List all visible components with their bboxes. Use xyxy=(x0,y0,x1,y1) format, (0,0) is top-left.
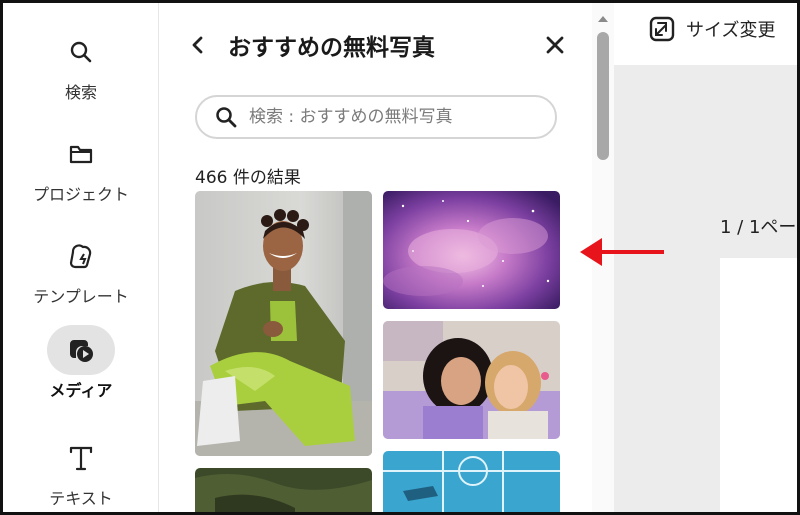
sidebar-item-templates[interactable]: テンプレート xyxy=(3,231,159,307)
sidebar-item-label: メディア xyxy=(49,381,113,400)
photos-panel: おすすめの無料写真 466 件の結果 xyxy=(160,3,600,515)
template-icon xyxy=(47,231,115,281)
sidebar-item-label: プロジェクト xyxy=(32,185,129,204)
sidebar-item-search[interactable]: 検索 xyxy=(3,27,159,103)
photo-green-knit xyxy=(195,468,372,515)
photo-thumbnail[interactable] xyxy=(383,191,560,309)
photo-thumbnail[interactable] xyxy=(383,321,560,439)
left-sidebar: 検索 プロジェクト テンプレート メディア テキスト xyxy=(3,3,159,512)
media-icon xyxy=(47,325,115,375)
scrollbar-thumb[interactable] xyxy=(597,32,609,160)
scroll-up-arrow[interactable] xyxy=(597,9,609,22)
search-input[interactable] xyxy=(249,107,539,127)
sidebar-item-projects[interactable]: プロジェクト xyxy=(3,129,159,205)
photo-thumbnail[interactable] xyxy=(383,451,560,515)
panel-header: おすすめの無料写真 xyxy=(190,25,570,65)
sidebar-item-label: テキスト xyxy=(49,489,113,508)
photo-thumbnail[interactable] xyxy=(195,191,372,456)
search-icon xyxy=(216,107,237,128)
results-count: 466 件の結果 xyxy=(195,168,301,188)
resize-label: サイズ変更 xyxy=(686,20,776,41)
folder-icon xyxy=(47,129,115,179)
search-icon xyxy=(47,27,115,77)
panel-title: おすすめの無料写真 xyxy=(228,35,435,61)
page-indicator: 1 / 1ペー xyxy=(720,217,797,238)
resize-icon xyxy=(649,16,675,42)
photo-blue-court xyxy=(383,451,560,515)
sidebar-item-media[interactable]: メディア xyxy=(3,325,159,401)
sidebar-item-label: 検索 xyxy=(64,83,97,102)
sidebar-item-text[interactable]: テキスト xyxy=(3,433,159,509)
photo-two-women xyxy=(383,321,560,439)
photo-thumbnail[interactable] xyxy=(195,468,372,515)
photo-purple-galaxy xyxy=(383,191,560,309)
close-button[interactable] xyxy=(540,29,570,61)
chevron-left-icon xyxy=(192,36,203,54)
sidebar-item-label: テンプレート xyxy=(33,287,129,306)
back-button[interactable] xyxy=(190,27,216,63)
resize-button[interactable]: サイズ変更 xyxy=(648,15,775,43)
close-icon xyxy=(546,36,564,54)
text-icon xyxy=(47,433,115,483)
red-arrow-annotation xyxy=(580,238,664,266)
search-bar xyxy=(195,95,557,139)
triangle-up-icon xyxy=(598,16,608,22)
photo-woman-green-outfit xyxy=(195,191,372,456)
design-page[interactable] xyxy=(720,258,797,512)
